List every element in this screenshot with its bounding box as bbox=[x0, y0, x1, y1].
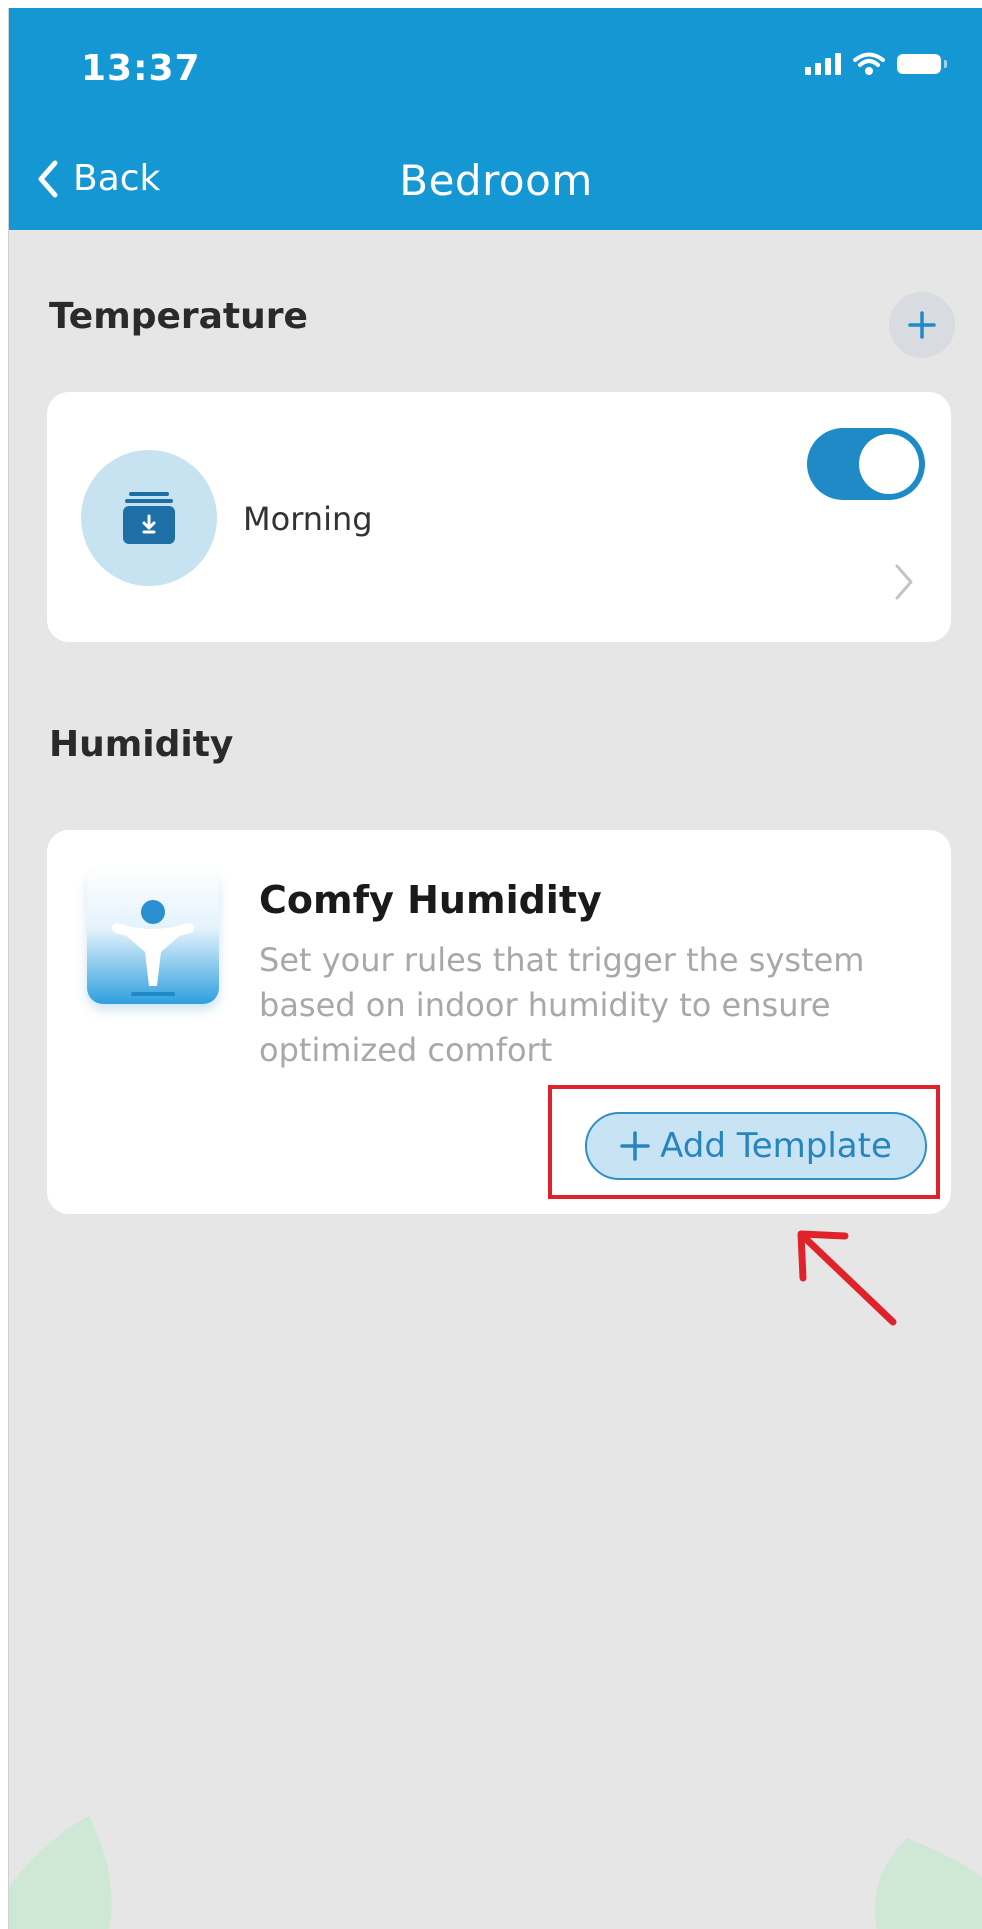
humidity-heading: Humidity bbox=[49, 724, 234, 765]
schedule-card-morning[interactable]: Morning bbox=[47, 392, 951, 642]
leaf-decoration-icon bbox=[875, 1838, 982, 1929]
person-icon bbox=[112, 900, 194, 996]
page-title: Bedroom bbox=[399, 156, 593, 205]
template-description: Set your rules that trigger the system b… bbox=[259, 941, 865, 1069]
top-header: 13:37 Back Bedroom bbox=[9, 8, 982, 230]
status-icons bbox=[805, 52, 947, 76]
template-title: Comfy Humidity bbox=[259, 878, 602, 922]
temperature-heading: Temperature bbox=[49, 296, 308, 337]
highlight-annotation-box bbox=[548, 1085, 940, 1199]
schedule-icon bbox=[123, 492, 175, 544]
schedule-icon-badge bbox=[81, 450, 217, 586]
signal-icon bbox=[805, 53, 841, 75]
comfy-humidity-icon bbox=[87, 868, 219, 1004]
schedule-toggle[interactable] bbox=[807, 428, 925, 500]
schedule-name: Morning bbox=[243, 500, 373, 538]
phone-screen: 13:37 Back Bedroom Temperature Morning H… bbox=[8, 8, 982, 1929]
annotation-arrow-icon bbox=[797, 1230, 897, 1326]
leaf-decoration-icon bbox=[9, 1816, 112, 1929]
chevron-right-icon[interactable] bbox=[893, 562, 915, 602]
battery-icon bbox=[897, 54, 947, 74]
add-temperature-button[interactable] bbox=[889, 292, 955, 358]
status-time: 13:37 bbox=[81, 48, 201, 89]
toggle-knob bbox=[859, 434, 919, 494]
plus-icon bbox=[908, 311, 936, 339]
wifi-icon bbox=[853, 52, 885, 75]
